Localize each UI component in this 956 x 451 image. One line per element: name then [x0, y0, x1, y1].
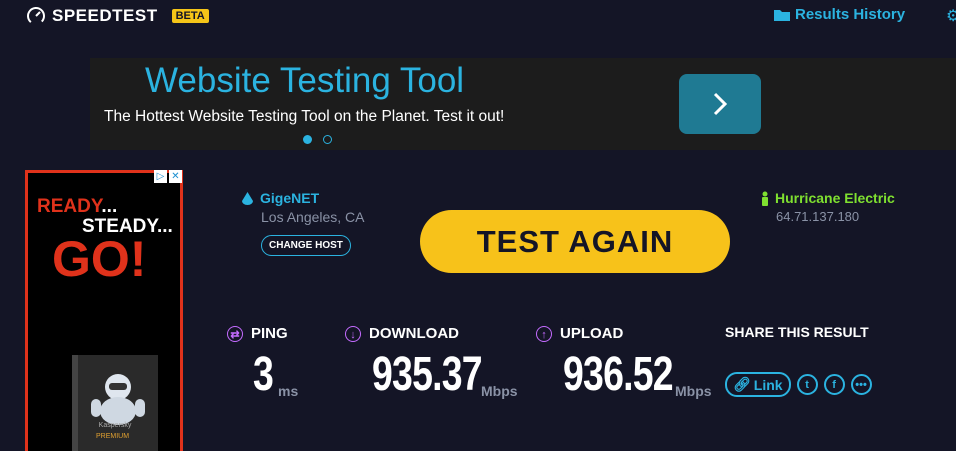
- banner-title: Website Testing Tool: [145, 61, 465, 100]
- product-box-edition: PREMIUM: [96, 433, 130, 440]
- isp-info: GigeNET: [241, 190, 319, 206]
- download-header: ↓ DOWNLOAD: [345, 325, 459, 342]
- carousel-dot[interactable]: [323, 135, 332, 144]
- upload-arrow-icon: ↑: [536, 325, 552, 342]
- upload-unit: Mbps: [675, 383, 712, 399]
- more-options-icon[interactable]: •••: [850, 374, 872, 395]
- upload-header: ↑ UPLOAD: [536, 325, 623, 342]
- host-info: Hurricane Electric: [760, 190, 895, 206]
- speedometer-icon: [27, 7, 45, 25]
- beta-badge: BETA: [171, 9, 209, 23]
- ad-info-icon[interactable]: ▷: [154, 170, 167, 183]
- ad-ready-dots: ...: [101, 196, 118, 217]
- isp-location: Los Angeles, CA: [261, 209, 365, 225]
- isp-drop-icon: [242, 191, 253, 205]
- folder-icon: [774, 10, 790, 21]
- share-title: SHARE THIS RESULT: [725, 324, 869, 340]
- results-history-link[interactable]: Results History: [774, 6, 905, 23]
- ping-header: ⇄ PING: [227, 325, 288, 342]
- ad-go-text: GO!: [52, 231, 147, 287]
- carousel-dot-active[interactable]: [303, 135, 312, 144]
- download-unit: Mbps: [481, 383, 518, 399]
- banner-next-button[interactable]: [679, 74, 761, 134]
- results-history-label: Results History: [795, 6, 906, 23]
- ad-ready-word: READY: [37, 196, 102, 217]
- product-box-brand: Kaspersky: [98, 422, 132, 429]
- isp-name: GigeNET: [260, 190, 320, 206]
- ping-label: PING: [251, 325, 288, 342]
- ping-icon: ⇄: [227, 325, 243, 342]
- change-host-button[interactable]: CHANGE HOST: [261, 235, 351, 256]
- ping-value: 3: [253, 348, 274, 401]
- facebook-icon[interactable]: f: [823, 374, 845, 395]
- speedtest-logo[interactable]: SPEEDTEST BETA: [26, 6, 209, 26]
- download-label: DOWNLOAD: [369, 325, 459, 342]
- robot-icon: [91, 374, 145, 425]
- close-icon[interactable]: ✕: [169, 170, 182, 183]
- chevron-right-icon: [713, 92, 728, 116]
- download-value: 935.37: [372, 348, 483, 401]
- share-buttons: 🔗︎ Link t f •••: [725, 372, 872, 397]
- gear-icon[interactable]: ⚙: [946, 6, 956, 26]
- ad-choices[interactable]: ▷ ✕: [154, 170, 182, 183]
- banner-subtitle: The Hottest Website Testing Tool on the …: [104, 108, 505, 125]
- host-name: Hurricane Electric: [775, 190, 895, 206]
- download-arrow-icon: ↓: [345, 325, 361, 342]
- host-ip: 64.71.137.180: [776, 209, 860, 224]
- upload-label: UPLOAD: [560, 325, 624, 342]
- upload-value: 936.52: [563, 348, 674, 401]
- person-icon: [762, 191, 768, 206]
- twitter-icon[interactable]: t: [796, 374, 818, 395]
- ad-ready-text: READY...: [37, 196, 117, 218]
- share-link-label: Link: [753, 376, 783, 393]
- ping-unit: ms: [278, 383, 299, 399]
- link-icon: 🔗︎: [733, 376, 751, 392]
- logo-text: SPEEDTEST: [52, 6, 158, 25]
- share-link-button[interactable]: 🔗︎ Link: [725, 372, 791, 397]
- test-again-button[interactable]: TEST AGAIN: [420, 210, 730, 273]
